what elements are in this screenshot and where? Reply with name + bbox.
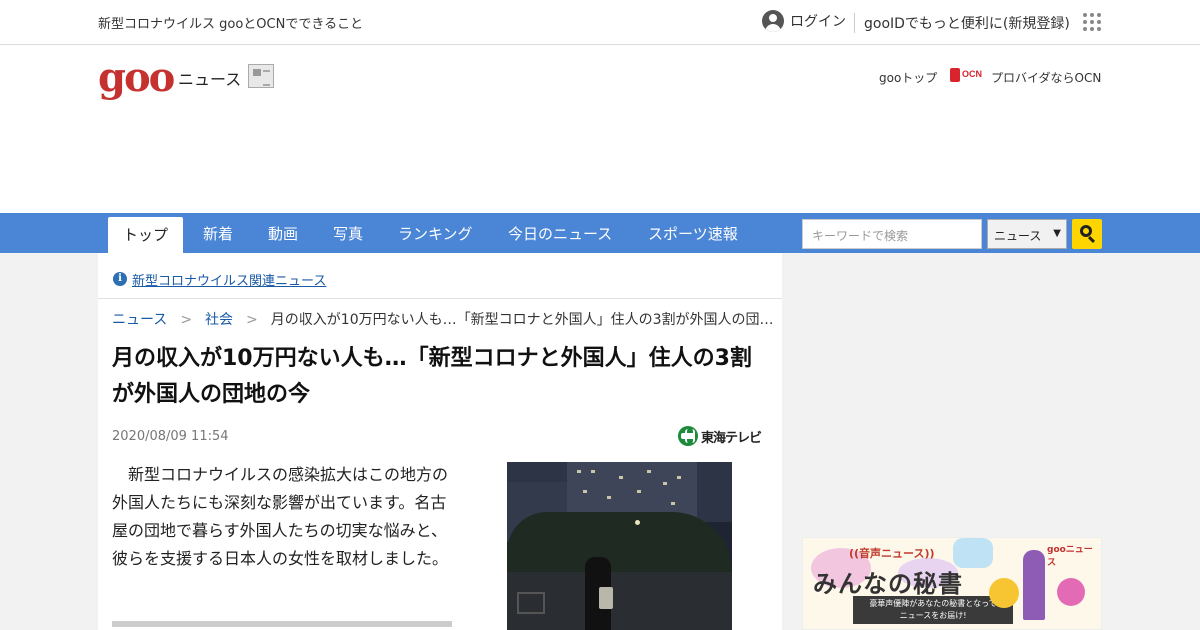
user-icon [762, 10, 784, 32]
character-illustration [1057, 578, 1085, 606]
signup-link[interactable]: gooIDでもっと便利に(新規登録) [864, 13, 1070, 33]
login-link[interactable]: ログイン [762, 10, 846, 32]
ocn-link[interactable]: プロバイダならOCN [991, 69, 1101, 86]
goo-logo[interactable]: goo [98, 58, 175, 98]
search-input[interactable]: キーワードで検索 [802, 219, 982, 249]
newspaper-icon [248, 64, 274, 88]
breadcrumb-society[interactable]: 社会 [205, 312, 233, 328]
tab-video[interactable]: 動画 [268, 223, 298, 244]
ad-subtext: 豪華声優陣があなたの秘書となって ニュースをお届け! [853, 596, 1013, 624]
ad-subtext-line: ニュースをお届け! [899, 611, 967, 620]
source-logo[interactable]: 東海テレビ [678, 425, 762, 447]
tab-sports[interactable]: スポーツ速報 [648, 223, 738, 244]
covid-news-link[interactable]: 新型コロナウイルス関連ニュース [132, 270, 326, 289]
article-panel: i 新型コロナウイルス関連ニュース ニュース > 社会 > 月の収入が10万円ない人も…… [98, 253, 782, 630]
article-title: 月の収入が10万円ない人も…「新型コロナと外国人」住人の3割が外国人の団地の今 [112, 346, 752, 407]
breadcrumb-current: 月の収入が10万円ない人も…「新型コロナと外国人」住人の3割が外国人の団… [270, 312, 774, 328]
ad-kicker: ((音声ニュース)) [849, 547, 935, 560]
article-photo[interactable] [507, 462, 732, 630]
breadcrumb: ニュース > 社会 > 月の収入が10万円ない人も…「新型コロナと外国人」住人の3割が外… [112, 309, 774, 329]
search-scope-value: ニュース [994, 229, 1042, 243]
ad-subtext-line: 豪華声優陣があなたの秘書となって [869, 599, 997, 608]
tab-today[interactable]: 今日のニュース [508, 223, 612, 244]
app-grid-icon[interactable] [1083, 13, 1101, 31]
ad-headline: みんなの秘書 [813, 570, 963, 598]
ocn-logo[interactable]: OCN [950, 68, 986, 82]
divider [854, 13, 855, 33]
covid-promo-link[interactable]: 新型コロナウイルス gooとOCNでできること [98, 13, 363, 32]
character-illustration [989, 578, 1019, 608]
tokai-tv-icon [678, 426, 698, 446]
goo-top-link[interactable]: gooトップ [879, 69, 937, 86]
tab-photo[interactable]: 写真 [333, 223, 363, 244]
character-illustration [1023, 550, 1045, 620]
article-date: 2020/08/09 11:54 [112, 429, 229, 444]
utility-bar: 新型コロナウイルス gooとOCNでできること ログイン gooIDでもっと便利… [0, 0, 1200, 45]
breadcrumb-separator: > [246, 312, 258, 328]
ocn-mark-text: OCN [962, 69, 982, 79]
article-body-cutoff [112, 615, 462, 630]
tab-latest[interactable]: 新着 [203, 223, 233, 244]
ad-brand: gooニュース [1047, 545, 1093, 568]
search-button[interactable] [1072, 219, 1102, 249]
login-label: ログイン [790, 14, 846, 30]
section-title[interactable]: ニュース [178, 66, 241, 90]
breadcrumb-separator: > [180, 312, 193, 328]
ocn-mark-icon [950, 68, 960, 82]
info-icon: i [113, 272, 127, 286]
breadcrumb-news[interactable]: ニュース [112, 312, 167, 328]
tab-ranking[interactable]: ランキング [398, 223, 473, 244]
tab-top[interactable]: トップ [108, 217, 183, 253]
main-nav: トップ 新着 動画 写真 ランキング 今日のニュース スポーツ速報 キーワードで… [0, 213, 1200, 253]
article-lead: 新型コロナウイルスの感染拡大はこの地方の外国人たちにも深刻な影響が出ています。名… [112, 465, 449, 568]
voice-news-ad[interactable]: ((音声ニュース)) gooニュース みんなの秘書 豪華声優陣があなたの秘書とな… [802, 537, 1102, 630]
covid-notice: i 新型コロナウイルス関連ニュース [98, 253, 782, 299]
search-scope-select[interactable]: ニュース ▼ [987, 219, 1067, 249]
source-name: 東海テレビ [701, 430, 762, 446]
dropdown-arrow-icon: ▼ [1053, 228, 1061, 239]
